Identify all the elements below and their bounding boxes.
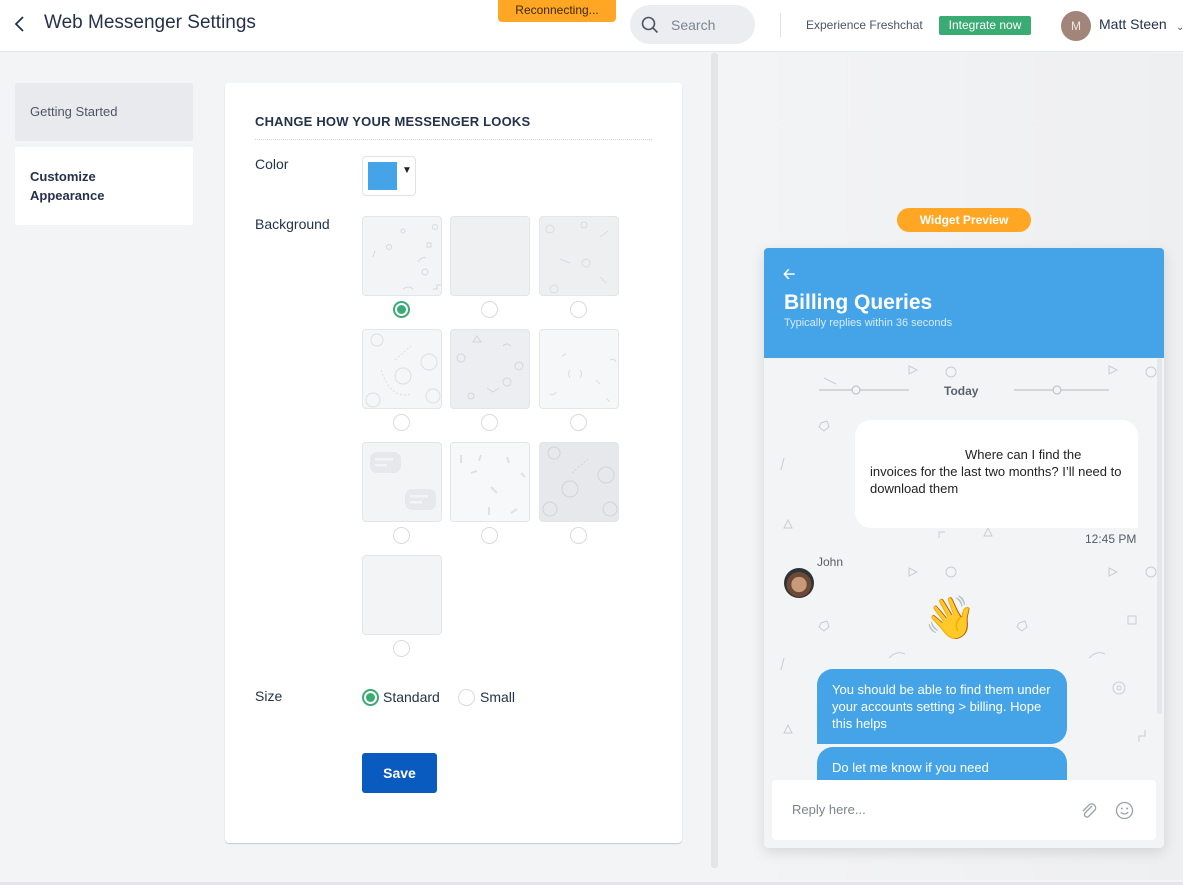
search-icon xyxy=(641,16,659,34)
size-radio-standard[interactable] xyxy=(362,689,379,706)
icons-pattern-icon xyxy=(456,335,524,400)
reply-placeholder: Reply here... xyxy=(792,802,866,817)
conversation-area: Today Where can I find the invoices for … xyxy=(764,358,1164,780)
top-bar: Web Messenger Settings Reconnecting... S… xyxy=(0,0,1183,52)
agent-name: John xyxy=(817,555,844,569)
background-radio-icons[interactable] xyxy=(481,414,498,431)
background-tile-space-dark[interactable] xyxy=(539,442,619,522)
reply-input[interactable]: Reply here... xyxy=(772,780,1156,840)
size-radio-small[interactable] xyxy=(458,689,475,706)
sidebar-item-getting-started[interactable]: Getting Started xyxy=(15,83,193,141)
background-radio-space-dark[interactable] xyxy=(570,527,587,544)
background-radio-confetti[interactable] xyxy=(481,527,498,544)
background-tile-squiggles[interactable] xyxy=(539,329,619,409)
background-tile-plain[interactable] xyxy=(362,555,442,635)
integrate-now-button[interactable]: Integrate now xyxy=(939,16,1031,35)
background-radio-chat-bubbles[interactable] xyxy=(393,527,410,544)
background-radio-plain[interactable] xyxy=(393,640,410,657)
color-picker[interactable]: ▼ xyxy=(362,156,416,196)
search-placeholder: Search xyxy=(671,17,716,33)
emoji-icon[interactable] xyxy=(1115,801,1134,825)
header-divider xyxy=(780,13,781,37)
size-option-standard[interactable]: Standard xyxy=(383,689,440,705)
user-message-bubble: Where can I find the invoices for the la… xyxy=(855,420,1138,528)
color-swatch xyxy=(368,162,397,190)
squiggles-pattern-icon xyxy=(549,353,617,403)
widget-title: Billing Queries xyxy=(784,291,933,314)
sidebar-item-label: Customize Appearance xyxy=(30,169,105,203)
user-avatar[interactable]: M xyxy=(1061,11,1091,41)
color-label: Color xyxy=(255,156,289,172)
settings-card: CHANGE HOW YOUR MESSENGER LOOKS Color ▼ … xyxy=(225,83,682,843)
agent-message-bubble: You should be able to find them under yo… xyxy=(817,669,1067,744)
background-radio-shapes[interactable] xyxy=(393,301,410,318)
widget-preview-badge: Widget Preview xyxy=(897,208,1031,232)
background-tile-shapes[interactable] xyxy=(362,216,442,296)
user-name[interactable]: Matt Steen xyxy=(1099,16,1167,32)
background-tile-chat-bubbles[interactable] xyxy=(362,442,442,522)
background-radio-texture[interactable] xyxy=(481,301,498,318)
doodles-pattern-icon xyxy=(545,221,609,294)
background-tile-confetti[interactable] xyxy=(450,442,530,522)
reconnecting-banner: Reconnecting... xyxy=(498,0,616,22)
caret-down-icon: ▼ xyxy=(402,165,412,176)
page-title: Web Messenger Settings xyxy=(44,12,256,33)
background-radio-squiggles[interactable] xyxy=(570,414,587,431)
background-tile-doodles[interactable] xyxy=(539,216,619,296)
section-divider xyxy=(255,139,652,140)
date-separator: Today xyxy=(944,384,979,398)
sidebar-item-customize-appearance[interactable]: Customize Appearance xyxy=(15,147,193,225)
background-tile-texture[interactable] xyxy=(450,216,530,296)
messenger-widget-preview: 🡠 Billing Queries Typically replies with… xyxy=(764,248,1164,848)
space-dark-pattern-icon xyxy=(542,446,618,517)
back-arrow-icon[interactable]: 🡠 xyxy=(783,264,795,289)
size-label: Size xyxy=(255,688,283,704)
waving-hand-emoji: 👋 xyxy=(924,594,977,641)
shapes-pattern-icon xyxy=(372,224,441,290)
background-tile-space[interactable] xyxy=(362,329,442,409)
panel-scrollbar[interactable] xyxy=(711,53,718,868)
agent-message-bubble: Do let me know if you need xyxy=(817,747,1067,780)
widget-header: 🡠 Billing Queries Typically replies with… xyxy=(764,248,1164,358)
chevron-down-icon[interactable]: ⌄ xyxy=(1176,22,1183,33)
space-pattern-icon xyxy=(365,333,441,408)
section-title: CHANGE HOW YOUR MESSENGER LOOKS xyxy=(255,114,531,129)
message-timestamp: 12:45 PM xyxy=(1085,532,1137,546)
save-button[interactable]: Save xyxy=(362,753,437,793)
experience-freshchat-text: Experience Freshchat xyxy=(806,18,923,32)
widget-subtitle: Typically replies within 36 seconds xyxy=(784,317,953,329)
background-tile-icons[interactable] xyxy=(450,329,530,409)
chat-bubbles-pattern-icon xyxy=(370,452,436,510)
background-radio-space[interactable] xyxy=(393,414,410,431)
confetti-pattern-icon xyxy=(460,454,526,515)
background-radio-doodles[interactable] xyxy=(570,301,587,318)
search-input[interactable]: Search xyxy=(630,5,755,44)
widget-scrollbar[interactable] xyxy=(1157,358,1162,714)
back-chevron-icon[interactable] xyxy=(10,12,30,36)
size-option-small[interactable]: Small xyxy=(480,689,515,705)
sidebar-item-label: Getting Started xyxy=(30,104,118,119)
attachment-icon[interactable] xyxy=(1080,802,1098,825)
background-label: Background xyxy=(255,216,330,232)
agent-avatar xyxy=(784,568,814,598)
